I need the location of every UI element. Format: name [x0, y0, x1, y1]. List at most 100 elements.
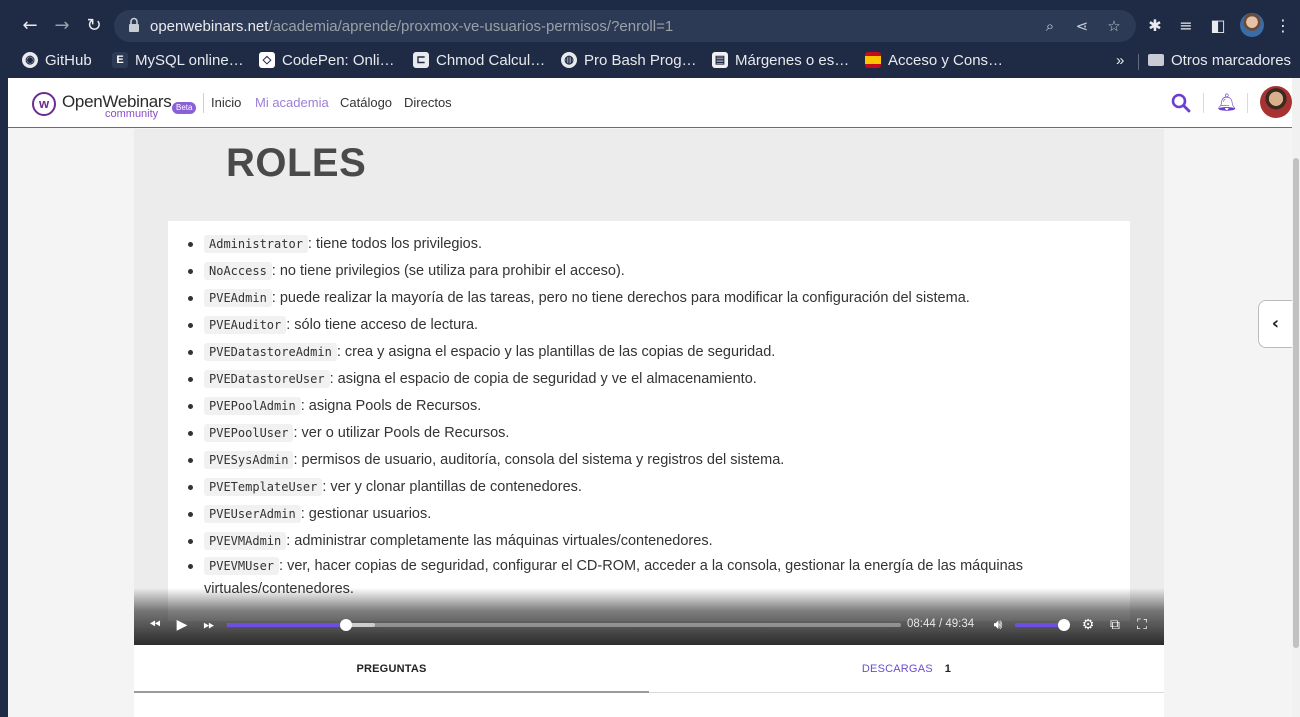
- role-code: PVEDatastoreAdmin: [204, 343, 337, 361]
- role-item: PVEPoolAdmin: asigna Pools de Recursos.: [188, 393, 1088, 420]
- fast-forward-icon[interactable]: ⏩︎: [199, 616, 219, 634]
- chmod-icon: ⊏: [413, 52, 429, 68]
- tab-descargas[interactable]: DESCARGAS 1: [649, 645, 1164, 693]
- roles-list: Administrator: tiene todos los privilegi…: [188, 231, 1088, 601]
- zoom-icon[interactable]: ⌕: [1040, 16, 1060, 36]
- role-description: : crea y asigna el espacio y las plantil…: [336, 344, 776, 360]
- more-bookmarks-chevron[interactable]: »: [1116, 50, 1124, 70]
- role-code: PVEVMUser: [204, 557, 280, 575]
- play-icon[interactable]: ▶: [172, 616, 192, 634]
- page-scrollbar[interactable]: [1292, 78, 1300, 717]
- back-arrow-icon[interactable]: ←: [18, 14, 42, 38]
- reload-icon[interactable]: ↻: [82, 14, 106, 38]
- codepen-icon: ◇: [259, 52, 275, 68]
- role-description: : permisos de usuario, auditoría, consol…: [293, 452, 785, 468]
- bookmark-item[interactable]: Acceso y Cons…: [865, 50, 1003, 70]
- role-description: : asigna el espacio de copia de segurida…: [329, 371, 757, 387]
- media-queue-icon[interactable]: ≡: [1174, 14, 1198, 38]
- share-icon[interactable]: ⋖: [1072, 16, 1092, 36]
- more-bookmarks-glyph: »: [1116, 51, 1125, 69]
- address-bar-row: ← → ↻ openwebinars.net/academia/aprende/…: [0, 8, 1300, 44]
- volume-slider[interactable]: [1015, 619, 1070, 631]
- beta-badge: Beta: [172, 102, 197, 114]
- header-separator: [1203, 93, 1204, 113]
- bookmark-item[interactable]: E MySQL online…: [112, 50, 244, 70]
- time-display: 08:44 / 49:34: [907, 618, 974, 630]
- bookmark-item[interactable]: ◇ CodePen: Onli…: [259, 50, 395, 70]
- role-item: PVEDatastoreUser: asigna el espacio de c…: [188, 366, 1088, 393]
- role-item: PVETemplateUser: ver y clonar plantillas…: [188, 474, 1088, 501]
- rewind-icon[interactable]: ⏪︎: [145, 616, 165, 634]
- nav-mi-academia[interactable]: Mi academia: [255, 95, 329, 110]
- bookmarks-bar: ◉ GitHub E MySQL online… ◇ CodePen: Onli…: [0, 46, 1300, 74]
- popout-icon[interactable]: ⧉: [1105, 616, 1125, 634]
- total-duration: 49:34: [945, 618, 975, 630]
- role-item: NoAccess: no tiene privilegios (se utili…: [188, 258, 1088, 285]
- github-icon: ◉: [22, 52, 38, 68]
- role-code: PVEPoolUser: [204, 424, 294, 442]
- tab-preguntas-label: PREGUNTAS: [356, 663, 427, 675]
- url-text[interactable]: openwebinars.net/academia/aprende/proxmo…: [150, 18, 673, 35]
- role-code: PVETemplateUser: [204, 478, 323, 496]
- role-code: PVESysAdmin: [204, 451, 294, 469]
- extensions-icon[interactable]: ✱: [1143, 14, 1167, 38]
- notifications-bell-icon[interactable]: 🔔︎: [1216, 93, 1238, 113]
- address-bar[interactable]: openwebinars.net/academia/aprende/proxmo…: [114, 10, 1136, 42]
- role-item: PVEPoolUser: ver o utilizar Pools de Rec…: [188, 420, 1088, 447]
- bookmark-label: Pro Bash Prog…: [584, 51, 697, 69]
- role-code: PVEPoolAdmin: [204, 397, 301, 415]
- openwebinars-logo-icon[interactable]: w: [32, 92, 56, 116]
- bookmark-item[interactable]: ⊏ Chmod Calcul…: [413, 50, 545, 70]
- browser-menu-icon[interactable]: ⋮: [1271, 14, 1295, 38]
- video-player[interactable]: ROLES Administrator: tiene todos los pri…: [134, 129, 1164, 645]
- browser-profile-avatar[interactable]: [1240, 13, 1264, 37]
- player-controls: ⏪︎ ▶ ⏩︎ 08:44 / 49:34 🔊︎ ⚙ ⧉ ⛶: [134, 588, 1164, 645]
- bookmark-label: CodePen: Onli…: [282, 51, 395, 69]
- role-description: : administrar completamente las máquinas…: [286, 533, 713, 549]
- role-description: : no tiene privilegios (se utiliza para …: [271, 263, 625, 279]
- bookmark-item[interactable]: ◍ Pro Bash Prog…: [561, 50, 697, 70]
- nav-inicio[interactable]: Inicio: [211, 95, 241, 110]
- role-code: PVEAdmin: [204, 289, 272, 307]
- role-description: : sólo tiene acceso de lectura.: [286, 317, 479, 333]
- user-avatar[interactable]: [1260, 86, 1292, 118]
- bookmarks-separator: [1138, 54, 1139, 70]
- bookmark-label: MySQL online…: [135, 51, 244, 69]
- site-header: w OpenWebinars community Beta Inicio Mi …: [8, 78, 1292, 128]
- volume-handle[interactable]: [1057, 619, 1070, 631]
- bookmark-item[interactable]: ▤ Márgenes o es…: [712, 50, 849, 70]
- search-icon[interactable]: [1171, 93, 1191, 113]
- role-item: PVEDatastoreAdmin: crea y asigna el espa…: [188, 339, 1088, 366]
- role-description: : ver o utilizar Pools de Recursos.: [293, 425, 510, 441]
- nav-directos[interactable]: Directos: [404, 95, 452, 110]
- tab-descargas-label: DESCARGAS: [861, 663, 933, 675]
- forward-arrow-icon[interactable]: →: [50, 14, 74, 38]
- bookmark-label: Márgenes o es…: [735, 51, 850, 69]
- role-item: PVESysAdmin: permisos de usuario, audito…: [188, 447, 1088, 474]
- scrollbar-thumb[interactable]: [1293, 158, 1299, 648]
- settings-gear-icon[interactable]: ⚙: [1078, 616, 1098, 634]
- bookmark-star-icon[interactable]: ☆: [1104, 16, 1124, 36]
- progress-bar[interactable]: [227, 619, 901, 631]
- sidebar-toggle-chevron-left-icon[interactable]: ‹: [1258, 300, 1292, 348]
- role-item: PVEVMAdmin: administrar completamente la…: [188, 528, 1088, 555]
- other-bookmarks-folder[interactable]: Otros marcadores: [1148, 50, 1291, 70]
- tab-preguntas[interactable]: PREGUNTAS: [134, 645, 649, 693]
- e-icon: E: [112, 52, 128, 68]
- role-code: PVEVMAdmin: [204, 532, 287, 550]
- role-code: Administrator: [204, 235, 308, 253]
- time-separator: /: [938, 618, 943, 630]
- bookmark-item[interactable]: ◉ GitHub: [22, 50, 92, 70]
- nav-catalogo[interactable]: Catálogo: [340, 95, 392, 110]
- side-panel-icon[interactable]: ◧: [1206, 14, 1230, 38]
- volume-level: [1015, 623, 1064, 627]
- bookmark-label: GitHub: [45, 51, 92, 69]
- role-item: PVEAdmin: puede realizar la mayoría de l…: [188, 285, 1088, 312]
- fullscreen-icon[interactable]: ⛶: [1132, 616, 1152, 634]
- slide-content: Administrator: tiene todos los privilegi…: [168, 221, 1130, 621]
- volume-icon[interactable]: 🔊︎: [988, 616, 1008, 634]
- header-separator: [1247, 93, 1248, 113]
- globe-icon: ◍: [561, 52, 577, 68]
- course-tabs: PREGUNTAS DESCARGAS 1: [134, 645, 1164, 717]
- progress-handle[interactable]: [339, 619, 352, 631]
